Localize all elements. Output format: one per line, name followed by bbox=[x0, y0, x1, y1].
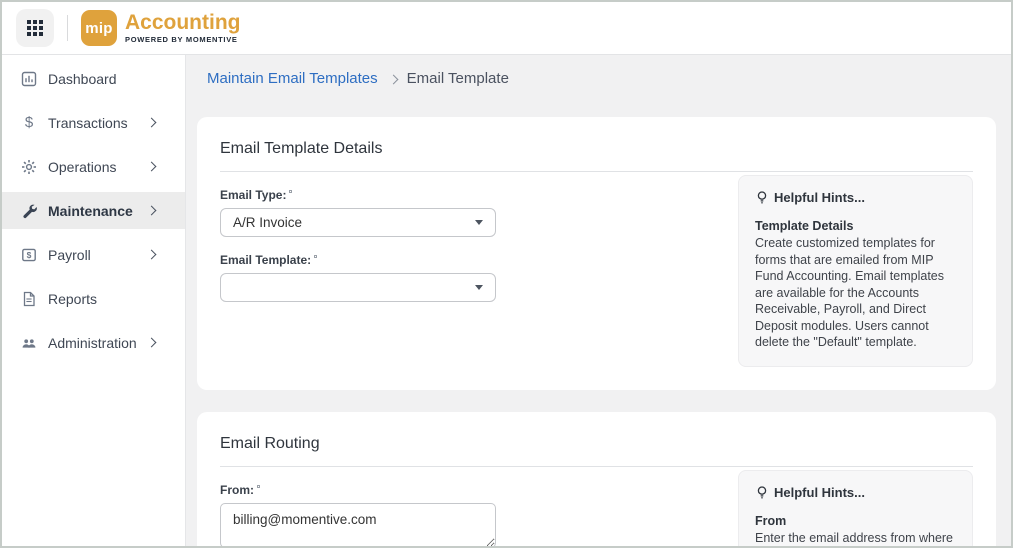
breadcrumb-current: Email Template bbox=[407, 70, 509, 87]
sidebar-nav: Dashboard $ Transactions Operations Main… bbox=[2, 55, 186, 546]
chevron-right-icon bbox=[147, 206, 157, 216]
hints-title: Helpful Hints... bbox=[755, 190, 956, 205]
app-title: Accounting bbox=[125, 12, 241, 34]
email-template-label: Email Template: bbox=[220, 253, 496, 267]
svg-text:$: $ bbox=[27, 250, 32, 260]
hints-body: Enter the email address from where the e… bbox=[755, 530, 956, 546]
chevron-right-icon bbox=[147, 162, 157, 172]
hints-title: Helpful Hints... bbox=[755, 485, 956, 500]
hints-subtitle: From bbox=[755, 514, 956, 528]
breadcrumb: Maintain Email Templates Email Template bbox=[186, 55, 1011, 87]
from-field: From: billing@momentive.com bbox=[220, 483, 496, 546]
from-label: From: bbox=[220, 483, 496, 497]
email-template-select[interactable] bbox=[220, 273, 496, 302]
helpful-hints-panel-from: Helpful Hints... From Enter the email ad… bbox=[738, 470, 973, 546]
lightbulb-icon bbox=[755, 485, 769, 500]
sidebar-item-label: Operations bbox=[48, 159, 116, 175]
sidebar-item-label: Dashboard bbox=[48, 71, 117, 87]
payroll-icon: $ bbox=[20, 247, 38, 263]
email-type-label: Email Type: bbox=[220, 188, 496, 202]
operations-icon bbox=[20, 159, 38, 175]
email-template-details-card: Email Template Details Email Type: A/R I… bbox=[197, 117, 996, 390]
chevron-right-icon bbox=[147, 118, 157, 128]
app-grid-icon bbox=[27, 20, 43, 36]
required-marker bbox=[314, 255, 317, 258]
email-type-field: Email Type: A/R Invoice bbox=[220, 188, 496, 237]
sidebar-item-maintenance[interactable]: Maintenance bbox=[2, 192, 185, 229]
breadcrumb-link-maintain-email-templates[interactable]: Maintain Email Templates bbox=[207, 70, 378, 87]
chevron-right-icon bbox=[147, 250, 157, 260]
app-header: mip Accounting POWERED BY MOMENTIVE bbox=[2, 2, 1011, 55]
section-heading-email-routing: Email Routing bbox=[220, 435, 973, 467]
email-template-field: Email Template: bbox=[220, 253, 496, 302]
app-window: mip Accounting POWERED BY MOMENTIVE Dash… bbox=[0, 0, 1013, 548]
transactions-icon: $ bbox=[20, 115, 38, 131]
chevron-right-icon bbox=[147, 338, 157, 348]
administration-icon bbox=[20, 335, 38, 351]
sidebar-item-operations[interactable]: Operations bbox=[2, 148, 185, 185]
sidebar-item-label: Maintenance bbox=[48, 203, 133, 219]
header-divider bbox=[67, 15, 68, 41]
sidebar-item-label: Administration bbox=[48, 335, 137, 351]
sidebar-item-label: Payroll bbox=[48, 247, 91, 263]
sidebar-item-label: Transactions bbox=[48, 115, 128, 131]
app-launcher-button[interactable] bbox=[16, 9, 54, 47]
main-content: Maintain Email Templates Email Template … bbox=[186, 55, 1011, 546]
sidebar-item-transactions[interactable]: $ Transactions bbox=[2, 104, 185, 141]
mip-logo: mip bbox=[81, 10, 117, 46]
required-marker bbox=[257, 485, 260, 488]
email-template-value bbox=[233, 287, 475, 288]
from-input[interactable]: billing@momentive.com bbox=[220, 503, 496, 546]
sidebar-item-administration[interactable]: Administration bbox=[2, 324, 185, 361]
brand-tagline: POWERED BY MOMENTIVE bbox=[125, 35, 241, 44]
maintenance-icon bbox=[20, 203, 38, 219]
chevron-down-icon bbox=[475, 285, 483, 290]
email-type-value: A/R Invoice bbox=[233, 215, 475, 230]
hints-body: Create customized templates for forms th… bbox=[755, 235, 956, 351]
sidebar-item-dashboard[interactable]: Dashboard bbox=[2, 60, 185, 97]
sidebar-item-payroll[interactable]: $ Payroll bbox=[2, 236, 185, 273]
hints-subtitle: Template Details bbox=[755, 219, 956, 233]
helpful-hints-panel-template-details: Helpful Hints... Template Details Create… bbox=[738, 175, 973, 367]
sidebar-item-label: Reports bbox=[48, 291, 97, 307]
sidebar-item-reports[interactable]: Reports bbox=[2, 280, 185, 317]
lightbulb-icon bbox=[755, 190, 769, 205]
email-type-select[interactable]: A/R Invoice bbox=[220, 208, 496, 237]
reports-icon bbox=[20, 291, 38, 307]
brand-text: Accounting POWERED BY MOMENTIVE bbox=[125, 12, 241, 44]
chevron-down-icon bbox=[475, 220, 483, 225]
email-routing-card: Email Routing From: billing@momentive.co… bbox=[197, 412, 996, 546]
section-heading-template-details: Email Template Details bbox=[220, 140, 973, 172]
dashboard-icon bbox=[20, 71, 38, 87]
chevron-right-icon bbox=[388, 75, 398, 85]
required-marker bbox=[289, 190, 292, 193]
